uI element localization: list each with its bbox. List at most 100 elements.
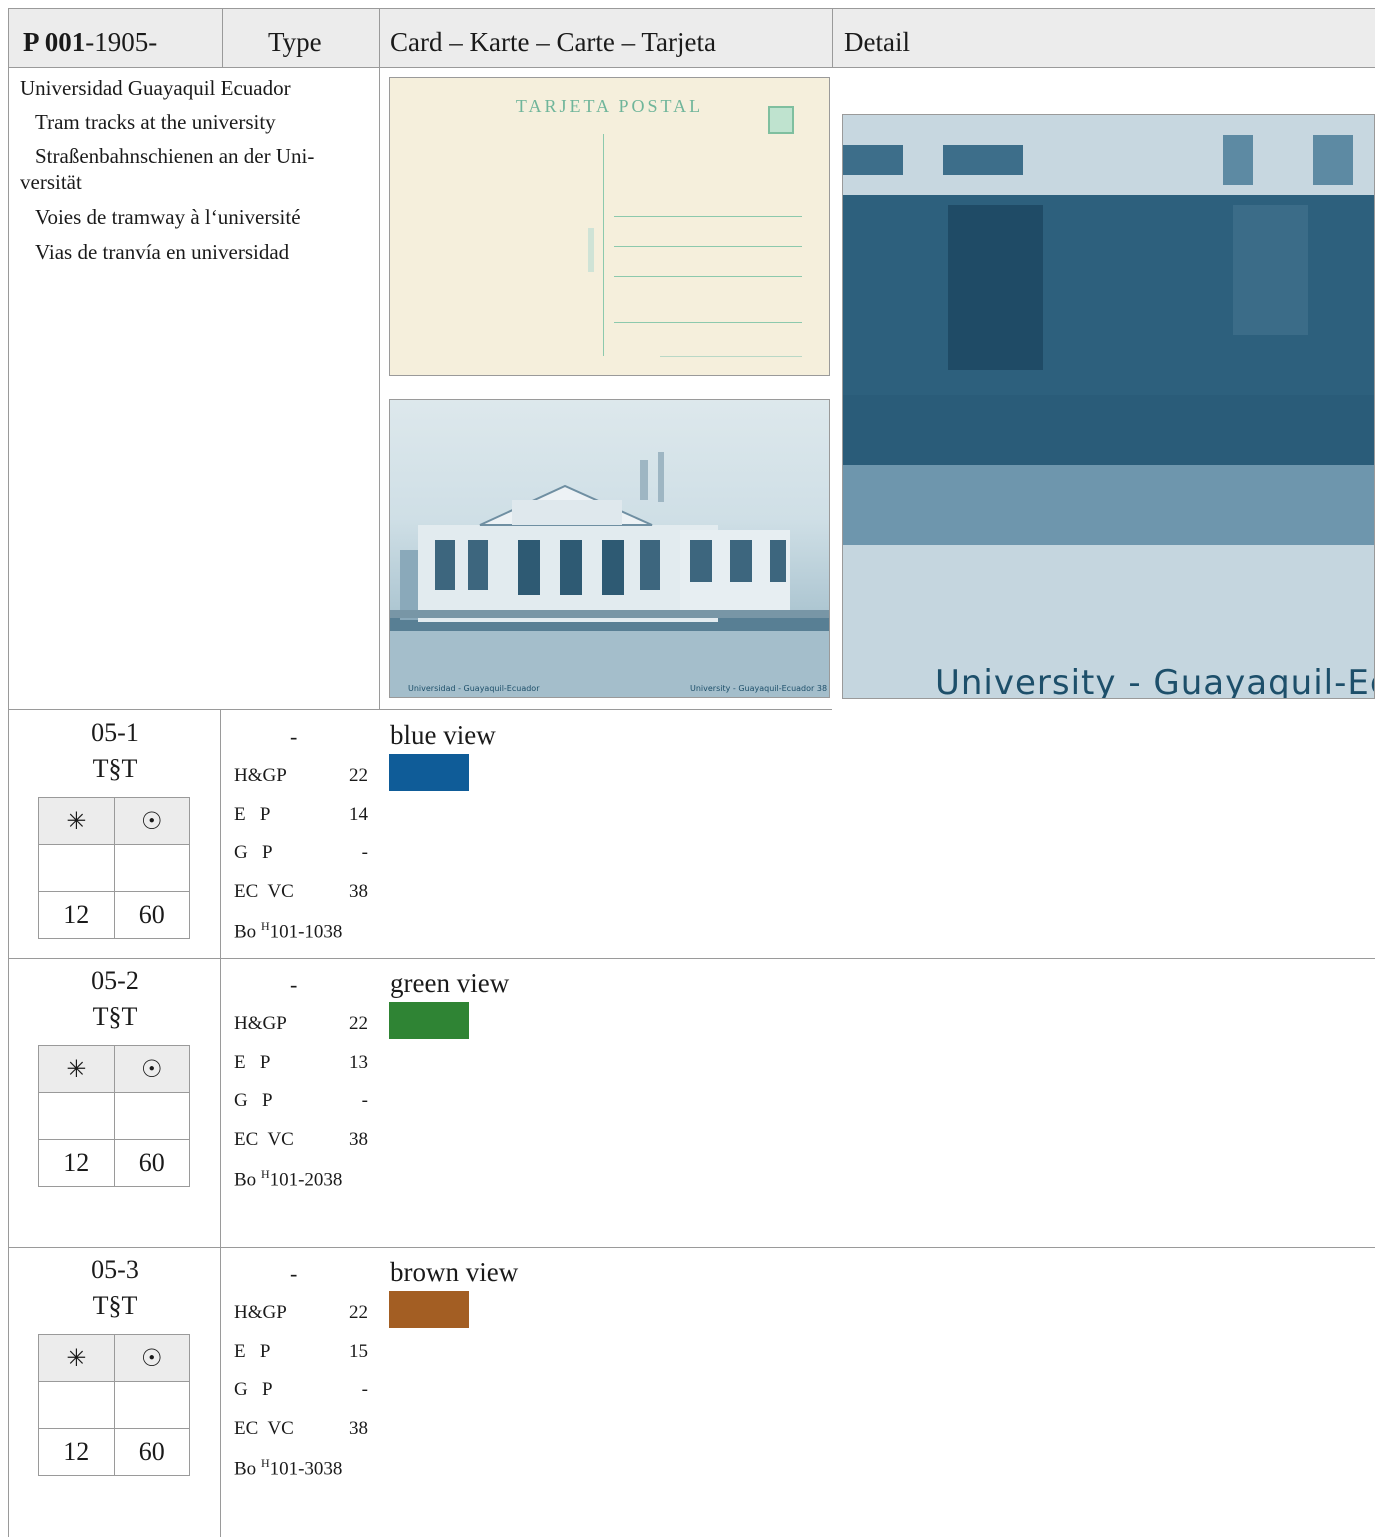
- catalog-ref-p: P: [261, 1090, 273, 1111]
- mint-symbol-icon: ✳: [38, 1334, 115, 1382]
- used-value: 60: [113, 891, 190, 939]
- valuation-cell-empty: [113, 1381, 190, 1429]
- header-cell-card: Card – Karte – Carte – Tarjeta: [379, 8, 832, 68]
- address-line: [614, 322, 802, 323]
- catalog-ref-value: 101-2038: [269, 1169, 343, 1191]
- description-es: Vias de tranvía en universidad: [35, 240, 290, 264]
- variant-id: 05-1: [91, 718, 139, 747]
- catalog-ref-sup: H: [260, 1456, 270, 1470]
- stamp-icon: [768, 106, 794, 134]
- variant-id: 05-2: [91, 966, 139, 995]
- mint-value: 12: [38, 891, 115, 939]
- catalog-ref-p: P: [261, 1379, 273, 1400]
- catalog-number: P 001-1905-: [23, 29, 157, 56]
- description-de: Straßenbahnschienen an der Uni-: [35, 144, 315, 168]
- catalog-ref-p: P: [259, 804, 271, 825]
- description-en: Tram tracks at the university: [35, 110, 276, 134]
- catalog-ref-label: G: [234, 1090, 248, 1111]
- variant-printer-code: T§T: [92, 1002, 138, 1031]
- postcard-front-image: Universidad - Guayaquil-Ecuador Universi…: [389, 399, 830, 698]
- catalog-ref-sup: H: [260, 1167, 270, 1181]
- used-symbol-icon: ☉: [113, 1045, 190, 1093]
- type-heading: Type: [268, 27, 322, 57]
- used-value: 60: [113, 1428, 190, 1476]
- printer-imprint: [660, 356, 802, 357]
- grid-line: [8, 68, 9, 709]
- type-dash: -: [290, 724, 298, 749]
- catalog-ref-vc: VC: [267, 881, 294, 902]
- catalog-ref-value: 14: [349, 804, 368, 825]
- catalog-ref-value: -: [361, 1379, 368, 1400]
- description-fr: Voies de tramway à l‘université: [35, 205, 301, 229]
- type-dash: -: [290, 1261, 298, 1286]
- grid-line: [379, 709, 832, 710]
- detail-image: University - Guayaquil-Ecua: [842, 114, 1375, 699]
- valuation-table: ✳ ☉ 12 60: [38, 1045, 190, 1187]
- imprint-mark: [588, 228, 594, 272]
- catalog-ref-label: G: [234, 842, 248, 863]
- grid-line: [8, 958, 1375, 959]
- detail-heading: Detail: [844, 27, 910, 57]
- catalog-ref-label: EC: [234, 881, 259, 902]
- color-variant-name: green view: [390, 968, 510, 998]
- grid-line: [379, 68, 380, 709]
- mint-symbol-icon: ✳: [38, 797, 115, 845]
- header-cell-catalog: P 001-1905-: [8, 8, 222, 68]
- mint-value: 12: [38, 1428, 115, 1476]
- mint-value: 12: [38, 1139, 115, 1187]
- catalog-ref-label: EC: [234, 1129, 259, 1150]
- catalog-ref-label: Bo: [234, 921, 257, 943]
- valuation-table: ✳ ☉ 12 60: [38, 797, 190, 939]
- type-dash: -: [290, 972, 298, 997]
- used-symbol-icon: ☉: [113, 797, 190, 845]
- catalog-ref-value: -: [361, 842, 368, 863]
- color-variant-name: blue view: [390, 720, 496, 750]
- catalog-ref-value: 101-1038: [269, 921, 343, 943]
- address-line: [614, 276, 802, 277]
- variant-printer-code: T§T: [92, 1291, 138, 1320]
- catalog-ref-sup: H: [260, 919, 270, 933]
- used-value: 60: [113, 1139, 190, 1187]
- catalog-ref-label: E: [234, 1341, 246, 1362]
- divider-line: [603, 134, 604, 356]
- catalog-ref-p: P: [261, 842, 273, 863]
- mint-symbol-icon: ✳: [38, 1045, 115, 1093]
- catalog-year: -1905-: [85, 27, 158, 57]
- postcard-caption-right: University - Guayaquil-Ecuador 38: [690, 684, 828, 693]
- catalog-ref-value: 15: [349, 1341, 368, 1362]
- catalog-ref-p: P: [276, 765, 287, 786]
- color-variant-name: brown view: [390, 1257, 519, 1287]
- catalog-ref-value: 38: [349, 1129, 368, 1150]
- used-symbol-icon: ☉: [113, 1334, 190, 1382]
- grid-line: [8, 1247, 1375, 1248]
- catalog-ref-value: 22: [349, 1013, 368, 1034]
- catalog-ref-label: E: [234, 804, 246, 825]
- catalog-ref-label: H&G: [234, 1302, 277, 1323]
- postcard-back-image: TARJETA POSTAL: [389, 77, 830, 376]
- catalog-ref-p: P: [276, 1302, 287, 1323]
- catalog-ref-value: 38: [349, 1418, 368, 1439]
- catalog-ref-p: P: [259, 1341, 271, 1362]
- address-line: [614, 216, 802, 217]
- catalog-number-bold: P 001: [23, 27, 86, 57]
- description-de-continued: versität: [20, 170, 82, 194]
- valuation-cell-empty: [38, 844, 115, 892]
- color-swatch: [389, 1002, 469, 1039]
- grid-line: [8, 709, 9, 1537]
- catalog-ref-label: Bo: [234, 1458, 257, 1480]
- catalog-ref-value: 22: [349, 1302, 368, 1323]
- catalog-ref-vc: VC: [267, 1129, 294, 1150]
- catalog-ref-value: -: [361, 1090, 368, 1111]
- header-cell-type: Type: [222, 8, 379, 68]
- catalog-ref-label: E: [234, 1052, 246, 1073]
- variant-printer-code: T§T: [92, 754, 138, 783]
- description-title: Universidad Guayaquil Ecuador: [20, 76, 291, 100]
- color-swatch: [389, 1291, 469, 1328]
- catalog-ref-p: P: [276, 1013, 287, 1034]
- catalog-ref-label: H&G: [234, 1013, 277, 1034]
- valuation-cell-empty: [113, 1092, 190, 1140]
- catalog-ref-label: EC: [234, 1418, 259, 1439]
- catalog-ref-label: Bo: [234, 1169, 257, 1191]
- postcard-caption-left: Universidad - Guayaquil-Ecuador: [408, 684, 540, 693]
- catalog-ref-label: G: [234, 1379, 248, 1400]
